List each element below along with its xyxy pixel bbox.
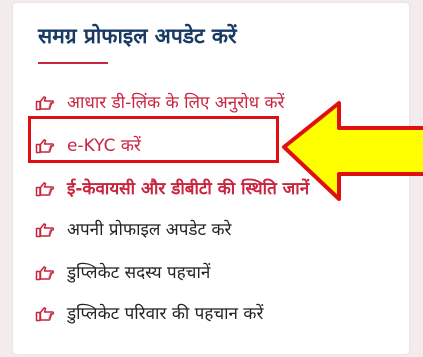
link-ekyc-dbt-status[interactable]: ई-केवायसी और डीबीटी की स्थिति जानें xyxy=(35,175,309,203)
link-label: डुप्लिकेट परिवार की पहचान करें xyxy=(67,304,264,324)
link-label: अपनी प्रोफाइल अपडेट करे xyxy=(67,220,232,240)
hand-point-right-icon xyxy=(35,306,55,322)
hand-point-right-icon xyxy=(35,265,55,281)
link-label: ई-केवायसी और डीबीटी की स्थिति जानें xyxy=(67,179,310,199)
highlight-box xyxy=(28,116,279,163)
link-duplicate-member[interactable]: डुप्लिकेट सदस्य पहचानें xyxy=(35,259,210,287)
link-label: आधार डी-लिंक के लिए अनुरोध करें xyxy=(67,93,285,113)
link-update-profile[interactable]: अपनी प्रोफाइल अपडेट करे xyxy=(35,216,231,244)
hand-point-right-icon xyxy=(35,181,55,197)
link-label: डुप्लिकेट सदस्य पहचानें xyxy=(67,263,211,283)
card-title: समग्र प्रोफाइल अपडेट करें xyxy=(38,24,237,48)
hand-point-right-icon xyxy=(35,95,55,111)
link-aadhaar-delink[interactable]: आधार डी-लिंक के लिए अनुरोध करें xyxy=(35,89,284,117)
title-underline xyxy=(38,62,108,64)
hand-point-right-icon xyxy=(35,222,55,238)
link-duplicate-family[interactable]: डुप्लिकेट परिवार की पहचान करें xyxy=(35,300,263,328)
profile-update-card: समग्र प्रोफाइल अपडेट करें आधार डी-लिंक क… xyxy=(13,3,423,354)
left-arrow-icon xyxy=(282,101,423,201)
